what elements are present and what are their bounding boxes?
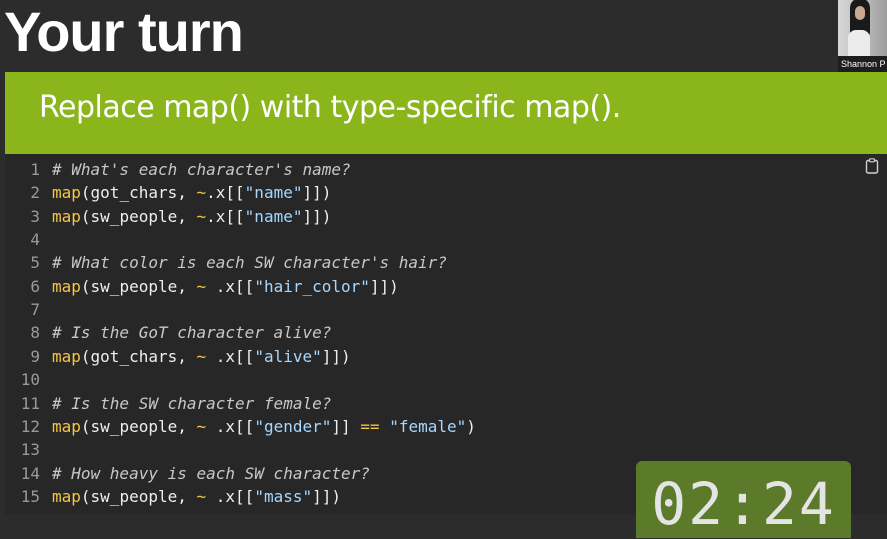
code-token: (got_chars, — [80, 183, 197, 203]
line-number: 5 — [30, 253, 40, 273]
line-number: 13 — [20, 440, 40, 460]
code-token: (sw_people, — [80, 276, 197, 296]
code-token: ~ — [196, 416, 207, 436]
code-token: map — [52, 486, 81, 506]
code-line: 14 # How heavy is each SW character? — [8, 463, 370, 485]
code-token: ~ — [196, 486, 207, 506]
code-line: 1 # What's each character's name? — [8, 159, 351, 181]
code-token: (sw_people, — [80, 416, 197, 436]
line-number: 6 — [30, 276, 40, 296]
countdown-timer: 02:24 — [636, 461, 851, 538]
code-token: "alive" — [254, 346, 322, 366]
code-token: ~ — [196, 183, 207, 203]
code-token: .x[[ — [206, 346, 255, 366]
code-token: ]]) — [302, 183, 332, 203]
code-line: 8 # Is the GoT character alive? — [8, 322, 331, 344]
line-number: 9 — [30, 346, 40, 366]
code-token: == — [360, 416, 380, 436]
code-token: "name" — [244, 206, 303, 226]
code-token: "hair_color" — [254, 276, 370, 296]
line-number: 2 — [30, 183, 40, 203]
line-number: 10 — [20, 370, 40, 390]
code-token: .x[[ — [206, 276, 255, 296]
code-token: ]]) — [321, 346, 351, 366]
timer-value: 02:24 — [651, 470, 836, 538]
code-token: ) — [466, 416, 476, 436]
line-number: 3 — [30, 206, 40, 226]
code-token: ]] — [331, 416, 361, 436]
code-line: 2 map(got_chars, ~.x[["name"]]) — [8, 182, 331, 204]
slide-title: Your turn — [4, 0, 244, 63]
code-token: ]]) — [369, 276, 399, 296]
participant-image — [844, 0, 870, 58]
clipboard-icon[interactable] — [865, 158, 879, 174]
code-token: # How heavy is each SW character? — [52, 463, 370, 483]
code-token: # Is the GoT character alive? — [52, 323, 332, 343]
code-token: "name" — [244, 183, 303, 203]
code-token: (got_chars, — [80, 346, 197, 366]
line-number: 11 — [20, 393, 40, 413]
code-token: # What's each character's name? — [52, 160, 351, 179]
webcam-video: Shannon P — [838, 0, 887, 72]
code-token: map — [52, 206, 81, 226]
code-token: map — [52, 183, 81, 203]
code-line: 10 — [8, 369, 52, 391]
code-token: .x[[ — [206, 206, 245, 226]
line-number: 8 — [30, 323, 40, 343]
code-token: # Is the SW character female? — [52, 393, 332, 413]
code-token: .x[[ — [206, 416, 255, 436]
code-token: ~ — [196, 276, 207, 296]
code-line: 6 map(sw_people, ~ .x[["hair_color"]]) — [8, 276, 399, 298]
line-number: 14 — [20, 463, 40, 483]
code-line: 13 — [8, 439, 52, 461]
line-number: 4 — [30, 230, 40, 250]
code-token: map — [52, 346, 81, 366]
line-number: 12 — [20, 416, 40, 436]
code-line: 3 map(sw_people, ~.x[["name"]]) — [8, 206, 331, 228]
code-line: 4 — [8, 229, 52, 251]
code-token: ~ — [196, 346, 207, 366]
code-token: .x[[ — [206, 486, 255, 506]
code-line: 7 — [8, 299, 52, 321]
participant-name: Shannon P — [838, 56, 887, 72]
code-token: map — [52, 416, 81, 436]
code-token: (sw_people, — [80, 206, 197, 226]
code-line: 11 # Is the SW character female? — [8, 393, 332, 415]
code-token: (sw_people, — [80, 486, 197, 506]
line-number: 15 — [20, 486, 40, 506]
code-token: ~ — [196, 206, 207, 226]
instruction-text: Replace map() with type-specific map(). — [39, 90, 621, 125]
code-token: .x[[ — [206, 183, 245, 203]
line-number: 1 — [30, 160, 40, 179]
code-line: 5 # What color is each SW character's hai… — [8, 252, 447, 274]
code-token: # What color is each SW character's hair… — [52, 253, 447, 273]
code-token: "gender" — [254, 416, 332, 436]
code-line: 12 map(sw_people, ~ .x[["gender"]] == "fe… — [8, 416, 476, 438]
code-token: ]]) — [312, 486, 342, 506]
code-line: 9 map(got_chars, ~ .x[["alive"]]) — [8, 346, 351, 368]
code-token: "female" — [389, 416, 467, 436]
instruction-banner: Replace map() with type-specific map(). — [5, 72, 887, 154]
code-token: ]]) — [302, 206, 332, 226]
code-token: map — [52, 276, 81, 296]
code-line: 15 map(sw_people, ~ .x[["mass"]]) — [8, 486, 341, 508]
line-number: 7 — [30, 300, 40, 320]
code-token: "mass" — [254, 486, 313, 506]
